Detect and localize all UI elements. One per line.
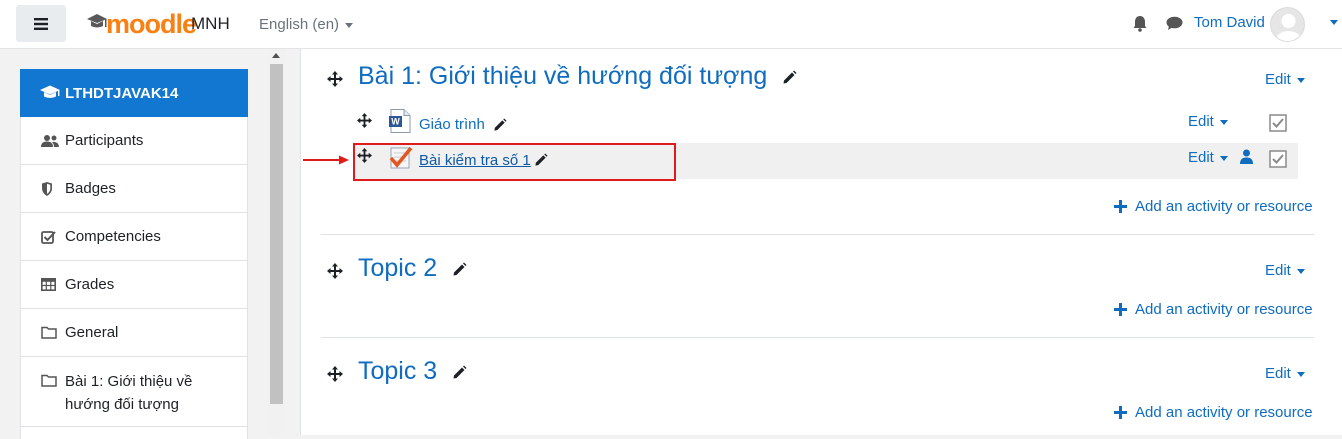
add-activity-button-3[interactable]: Add an activity or resource xyxy=(1114,404,1313,421)
menu-toggle-button[interactable] xyxy=(16,5,66,42)
completion-checkbox-icon[interactable] xyxy=(1269,150,1287,168)
user-name[interactable]: Tom David xyxy=(1194,14,1265,31)
sidebar-item-label: General xyxy=(65,324,119,341)
checkbox-icon xyxy=(41,230,56,244)
sidebar-item-label: Bài 1: Giới thiệu về hướng đối tượng xyxy=(65,373,193,413)
add-activity-label: Add an activity or resource xyxy=(1135,301,1313,318)
user-role-icon[interactable] xyxy=(1240,149,1253,164)
section-title-3[interactable]: Topic 3 xyxy=(358,357,467,386)
language-menu[interactable]: English (en) xyxy=(259,16,354,33)
move-icon[interactable] xyxy=(327,263,343,279)
course-content: Bài 1: Giới thiệu về hướng đối tượng Edi… xyxy=(300,49,1342,435)
activity-edit-menu-giao-trinh[interactable]: Edit xyxy=(1188,113,1228,130)
activity-name: Giáo trình xyxy=(419,116,485,133)
quiz-icon xyxy=(389,146,413,169)
course-label: LTHDTJAVAK14 xyxy=(65,84,179,102)
edit-label: Edit xyxy=(1188,113,1214,130)
top-navbar: moodle MNH English (en) Tom David xyxy=(0,0,1342,49)
logo-text: moodle xyxy=(106,8,197,39)
plus-icon xyxy=(1114,303,1127,316)
pencil-icon[interactable] xyxy=(493,118,507,132)
plus-icon xyxy=(1114,200,1127,213)
plus-icon xyxy=(1114,406,1127,419)
shield-icon xyxy=(42,181,52,196)
move-icon[interactable] xyxy=(357,148,372,163)
edit-label: Edit xyxy=(1265,365,1291,382)
drawer-list: LTHDTJAVAK14 Participants Badges Compete… xyxy=(20,69,248,439)
activity-link-bai-kiem-tra[interactable]: Bài kiểm tra số 1 xyxy=(419,152,531,169)
sidebar-item-participants[interactable]: Participants xyxy=(20,117,248,165)
move-icon[interactable] xyxy=(327,71,343,87)
edit-label: Edit xyxy=(1265,71,1291,88)
graduation-cap-icon xyxy=(87,14,107,28)
sidebar-item-competencies[interactable]: Competencies xyxy=(20,213,248,261)
scroll-up-arrow-icon[interactable] xyxy=(272,53,280,58)
sidebar-item-label: Badges xyxy=(65,180,116,197)
section-divider xyxy=(321,234,1314,235)
sidebar-item-general[interactable]: General xyxy=(20,309,248,357)
add-activity-label: Add an activity or resource xyxy=(1135,198,1313,215)
sidebar-item-label: Grades xyxy=(65,276,115,293)
pencil-icon[interactable] xyxy=(452,365,467,380)
section-edit-menu-2[interactable]: Edit xyxy=(1265,262,1305,279)
folder-icon xyxy=(41,326,57,339)
bell-icon[interactable] xyxy=(1132,15,1148,32)
word-document-icon: W xyxy=(389,109,411,133)
sidebar-item-label: Competencies xyxy=(65,228,161,245)
section-title-2[interactable]: Topic 2 xyxy=(358,254,467,283)
drawer-scrollbar[interactable] xyxy=(268,49,285,435)
chevron-down-icon xyxy=(1219,119,1228,125)
pencil-icon[interactable] xyxy=(534,153,548,167)
sidebar-item-next[interactable] xyxy=(20,427,248,439)
moodle-logo[interactable]: moodle xyxy=(86,8,197,40)
sidebar-item-grades[interactable]: Grades xyxy=(20,261,248,309)
pencil-icon[interactable] xyxy=(452,262,467,277)
svg-text:W: W xyxy=(391,117,400,127)
activity-edit-menu-bai-kiem-tra[interactable]: Edit xyxy=(1188,149,1228,166)
add-activity-button-1[interactable]: Add an activity or resource xyxy=(1114,198,1313,215)
chevron-down-icon xyxy=(1296,268,1305,274)
move-icon[interactable] xyxy=(357,113,372,128)
pencil-icon[interactable] xyxy=(782,70,797,85)
section-title-text: Bài 1: Giới thiệu về hướng đối tượng xyxy=(358,62,768,90)
section-title-1[interactable]: Bài 1: Giới thiệu về hướng đối tượng xyxy=(358,62,797,91)
add-activity-button-2[interactable]: Add an activity or resource xyxy=(1114,301,1313,318)
section-edit-menu-1[interactable]: Edit xyxy=(1265,71,1305,88)
users-icon xyxy=(41,134,59,147)
annotation-arrow-icon xyxy=(303,155,349,165)
avatar[interactable] xyxy=(1270,7,1305,42)
chevron-down-icon xyxy=(1296,77,1305,83)
section-title-text: Topic 3 xyxy=(358,357,438,385)
hamburger-icon xyxy=(34,17,48,30)
edit-label: Edit xyxy=(1188,149,1214,166)
site-name[interactable]: MNH xyxy=(191,14,230,34)
sidebar-item-badges[interactable]: Badges xyxy=(20,165,248,213)
section-edit-menu-3[interactable]: Edit xyxy=(1265,365,1305,382)
scroll-thumb[interactable] xyxy=(270,64,283,404)
sidebar-item-section-1[interactable]: Bài 1: Giới thiệu về hướng đối tượng xyxy=(20,357,248,427)
chevron-down-icon xyxy=(1296,371,1305,377)
nav-drawer: LTHDTJAVAK14 Participants Badges Compete… xyxy=(0,49,285,439)
activity-name: Bài kiểm tra số 1 xyxy=(419,152,531,169)
user-menu-chevron-icon[interactable] xyxy=(1330,20,1338,25)
chevron-down-icon xyxy=(1219,155,1228,161)
edit-label: Edit xyxy=(1265,262,1291,279)
sidebar-item-label: Participants xyxy=(65,132,144,149)
section-title-text: Topic 2 xyxy=(358,254,438,282)
chat-icon[interactable] xyxy=(1166,16,1183,31)
table-icon xyxy=(41,278,56,291)
user-avatar-icon xyxy=(1275,14,1302,41)
language-label: English (en) xyxy=(259,16,340,33)
activity-link-giao-trinh[interactable]: Giáo trình xyxy=(419,116,507,133)
graduation-cap-icon xyxy=(40,85,60,98)
move-icon[interactable] xyxy=(327,366,343,382)
add-activity-label: Add an activity or resource xyxy=(1135,404,1313,421)
section-divider xyxy=(321,337,1314,338)
chevron-down-icon xyxy=(345,22,354,28)
folder-icon xyxy=(41,374,57,387)
completion-checkbox-icon[interactable] xyxy=(1269,114,1287,132)
course-link[interactable]: LTHDTJAVAK14 xyxy=(20,69,248,117)
